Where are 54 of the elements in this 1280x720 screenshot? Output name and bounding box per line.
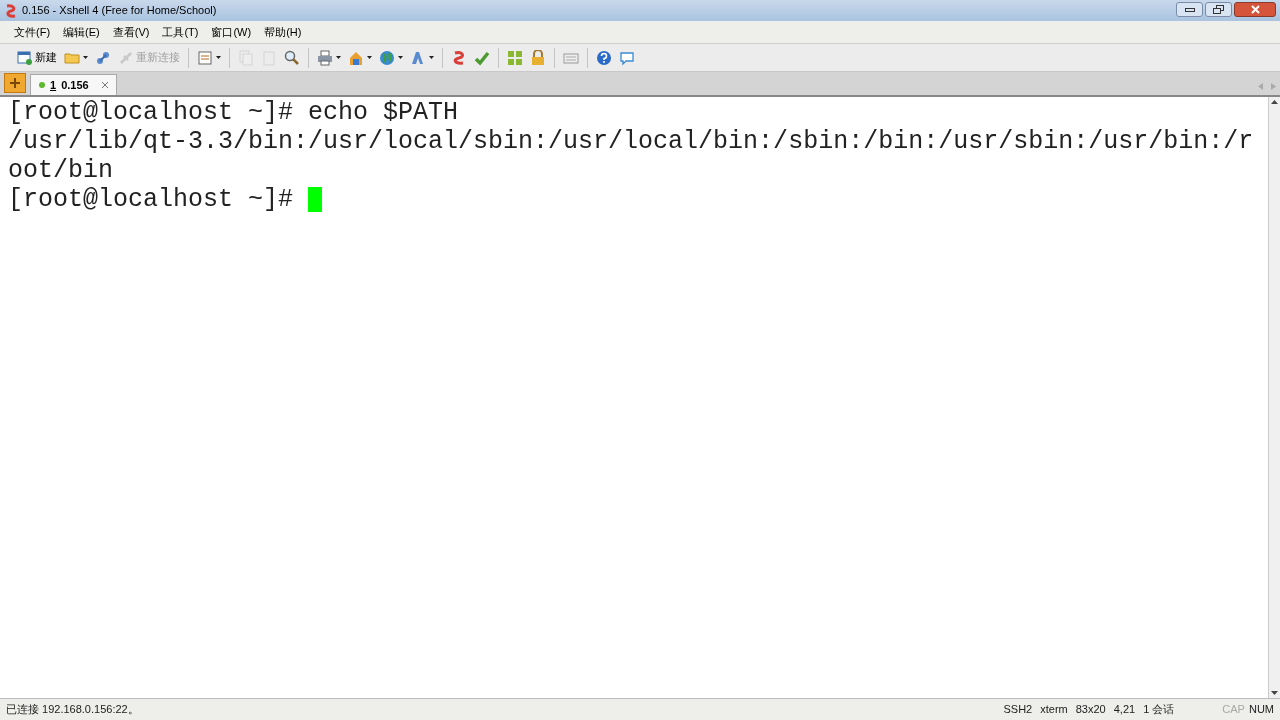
status-message: 已连接 192.168.0.156:22。: [6, 702, 139, 718]
caret-icon: [429, 56, 434, 59]
link-icon: [95, 49, 111, 66]
app-logo-icon: [4, 3, 18, 18]
plus-icon: [10, 78, 20, 88]
close-button[interactable]: [1234, 2, 1276, 17]
new-tab-button[interactable]: [4, 73, 26, 93]
new-window-icon: [17, 49, 33, 66]
terminal-line: [root@localhost ~]# echo $PATH: [8, 98, 459, 127]
printer-icon: [317, 49, 333, 66]
window-title: 0.156 - Xshell 4 (Free for Home/School): [22, 3, 217, 19]
toolbar-button[interactable]: 新建: [16, 46, 58, 69]
padlock-icon: [530, 49, 546, 66]
terminal-line: oot/bin: [8, 156, 114, 185]
caret-icon: [336, 56, 341, 59]
globe-icon: [379, 49, 395, 66]
terminal-line: /usr/lib/qt-3.3/bin:/usr/local/sbin:/usr/local/bin:/sbin:/bin:/usr/sbin:/usr/bin:/r: [8, 127, 1254, 156]
menu-item[interactable]: 帮助(H): [264, 23, 302, 41]
session-tab[interactable]: 1 0.156: [30, 74, 117, 95]
close-icon[interactable]: [101, 82, 108, 88]
caret-icon: [367, 56, 372, 59]
grid-icon: [507, 49, 523, 66]
speech-bubble-icon: [619, 49, 635, 66]
menu-item[interactable]: 工具(T): [162, 23, 199, 41]
magnifier-icon: [284, 49, 300, 66]
help-icon: [596, 49, 612, 66]
document-icon: [197, 49, 213, 66]
close-icon: [1250, 5, 1260, 14]
menu-item[interactable]: 编辑(E): [63, 23, 100, 41]
cursor-position-label: 4,21: [1113, 702, 1136, 718]
tab-label: 0.156: [61, 77, 89, 93]
letter-icon: [410, 49, 426, 66]
swirl-icon: [451, 49, 467, 66]
session-count-label: 1 会话: [1143, 702, 1175, 718]
protocol-label: SSH2: [1003, 702, 1033, 718]
tab-number: 1: [50, 77, 57, 93]
minimize-icon: [1184, 7, 1195, 12]
scrollbar[interactable]: [1268, 97, 1280, 698]
minimize-button[interactable]: [1176, 2, 1203, 17]
terminal-type-label: xterm: [1040, 702, 1068, 718]
menu-item[interactable]: 窗口(W): [211, 23, 252, 41]
menu-item[interactable]: 文件(F): [14, 23, 51, 41]
house-icon: [348, 49, 364, 66]
restore-icon: [1213, 5, 1224, 14]
restore-button[interactable]: [1205, 2, 1232, 17]
checkmark-icon: [474, 49, 490, 66]
key-indicator: CAP: [1222, 702, 1245, 718]
caret-icon: [398, 56, 403, 59]
menu-item[interactable]: 查看(V): [112, 23, 150, 41]
terminal-size-label: 83x20: [1075, 702, 1106, 718]
terminal-line: [root@localhost ~]#: [8, 185, 295, 214]
caret-icon: [216, 56, 221, 59]
key-indicator: NUM: [1248, 702, 1274, 718]
caret-icon: [83, 56, 88, 59]
